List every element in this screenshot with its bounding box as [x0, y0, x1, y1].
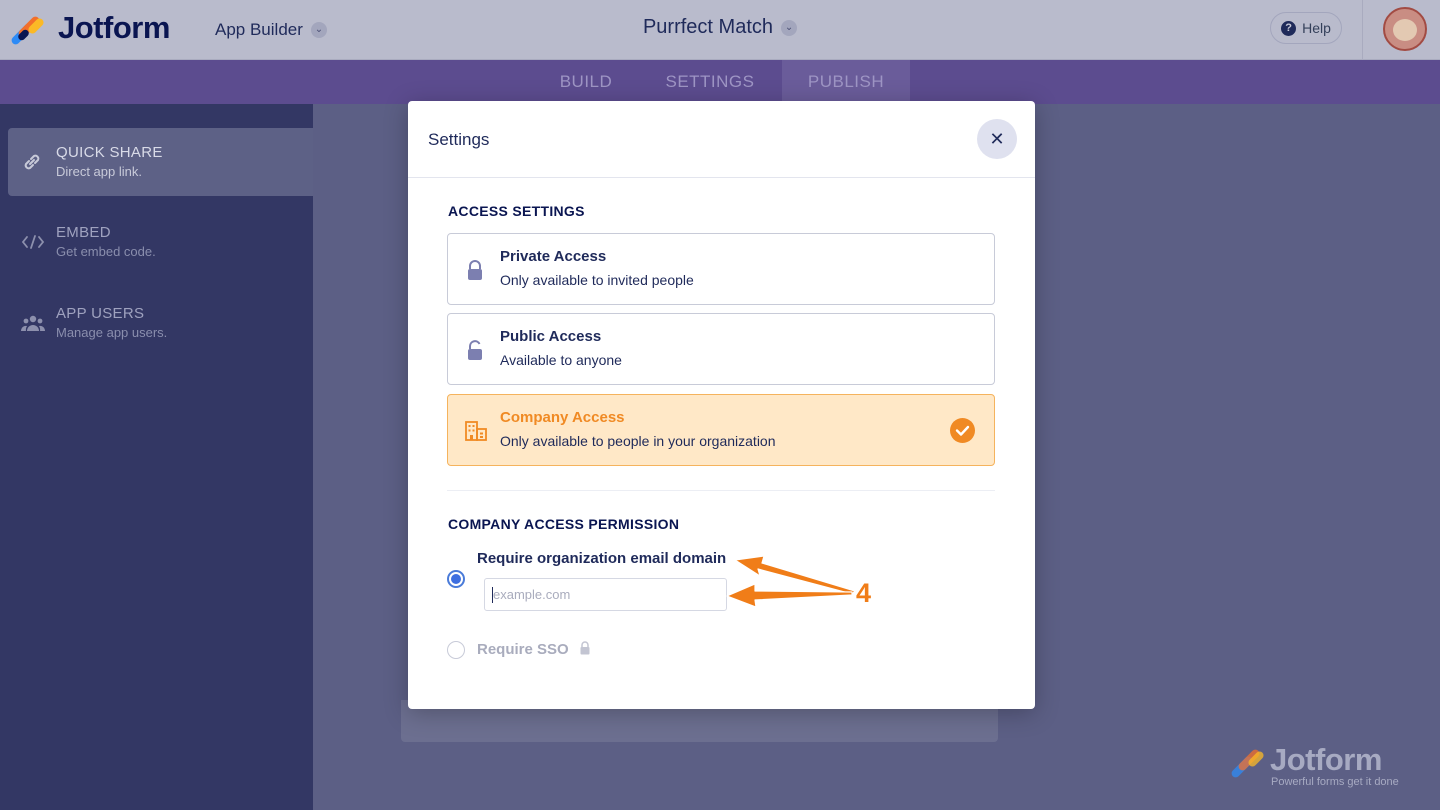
help-button[interactable]: ? Help: [1270, 12, 1342, 44]
sidebar-item-title: QUICK SHARE: [56, 144, 163, 161]
public-access-option[interactable]: Public Access Available to anyone: [447, 313, 995, 385]
code-icon: [21, 232, 45, 252]
option-title: Company Access: [500, 409, 625, 426]
building-icon: [464, 420, 487, 442]
tab-bar: BUILD SETTINGS PUBLISH: [0, 60, 1440, 104]
tab-publish[interactable]: PUBLISH: [782, 60, 910, 104]
sso-radio[interactable]: [447, 641, 465, 659]
app-title-container: Purrfect Match ⌄: [0, 16, 1440, 39]
close-button[interactable]: ✕: [977, 119, 1017, 159]
sso-label: Require SSO: [477, 641, 569, 658]
section-divider: [447, 490, 995, 491]
option-subtitle: Available to anyone: [500, 352, 622, 368]
top-bar: Jotform App Builder ⌄ Purrfect Match ⌄ ?…: [0, 0, 1440, 60]
text-caret: [492, 587, 493, 603]
close-icon: ✕: [989, 129, 1005, 149]
lock-icon: [579, 641, 591, 655]
private-access-option[interactable]: Private Access Only available to invited…: [447, 233, 995, 305]
sidebar-item-quick-share[interactable]: QUICK SHARE Direct app link.: [8, 128, 313, 196]
app-title: Purrfect Match: [642, 16, 774, 38]
sidebar-item-app-users[interactable]: APP USERS Manage app users.: [8, 289, 313, 357]
sidebar-item-subtitle: Manage app users.: [56, 325, 168, 340]
access-settings-heading: ACCESS SETTINGS: [448, 203, 585, 219]
question-icon: ?: [1281, 20, 1297, 36]
sidebar-item-title: EMBED: [56, 224, 111, 241]
option-subtitle: Only available to invited people: [500, 272, 694, 288]
watermark-tagline: Powerful forms get it done: [1271, 776, 1399, 788]
sidebar-item-title: APP USERS: [56, 305, 145, 322]
watermark-brand: Jotform: [1270, 742, 1382, 777]
app-title-dropdown[interactable]: Purrfect Match ⌄: [642, 16, 798, 39]
email-domain-input[interactable]: [484, 578, 727, 611]
company-permission-heading: COMPANY ACCESS PERMISSION: [448, 516, 680, 532]
sidebar: QUICK SHARE Direct app link. EMBED Get e…: [0, 104, 313, 810]
option-title: Public Access: [500, 328, 602, 345]
header-divider: [1362, 0, 1363, 60]
unlock-icon: [464, 339, 486, 361]
sidebar-item-embed[interactable]: EMBED Get embed code.: [8, 208, 313, 276]
tab-settings[interactable]: SETTINGS: [642, 60, 778, 104]
users-icon: [20, 313, 46, 333]
lock-icon: [464, 259, 486, 281]
chevron-down-icon: ⌄: [781, 19, 798, 36]
option-subtitle: Only available to people in your organiz…: [500, 433, 776, 449]
tab-build[interactable]: BUILD: [530, 60, 642, 104]
help-label: Help: [1302, 20, 1331, 36]
avatar[interactable]: [1383, 7, 1427, 51]
option-title: Private Access: [500, 248, 607, 265]
modal-title: Settings: [428, 130, 490, 149]
company-access-option[interactable]: Company Access Only available to people …: [447, 394, 995, 466]
link-icon: [21, 152, 43, 172]
avatar-cat-face: [1393, 19, 1417, 41]
modal-header: Settings ✕: [408, 101, 1035, 178]
jotform-watermark-icon: [1229, 744, 1268, 780]
sidebar-item-subtitle: Direct app link.: [56, 164, 142, 179]
checkmark-icon: [950, 418, 975, 443]
email-domain-label: Require organization email domain: [477, 550, 727, 567]
sidebar-item-subtitle: Get embed code.: [56, 244, 156, 259]
email-domain-radio[interactable]: [447, 570, 465, 588]
annotation-step-number: 4: [856, 578, 872, 608]
settings-modal: Settings ✕ ACCESS SETTINGS Private Acces…: [408, 101, 1035, 709]
